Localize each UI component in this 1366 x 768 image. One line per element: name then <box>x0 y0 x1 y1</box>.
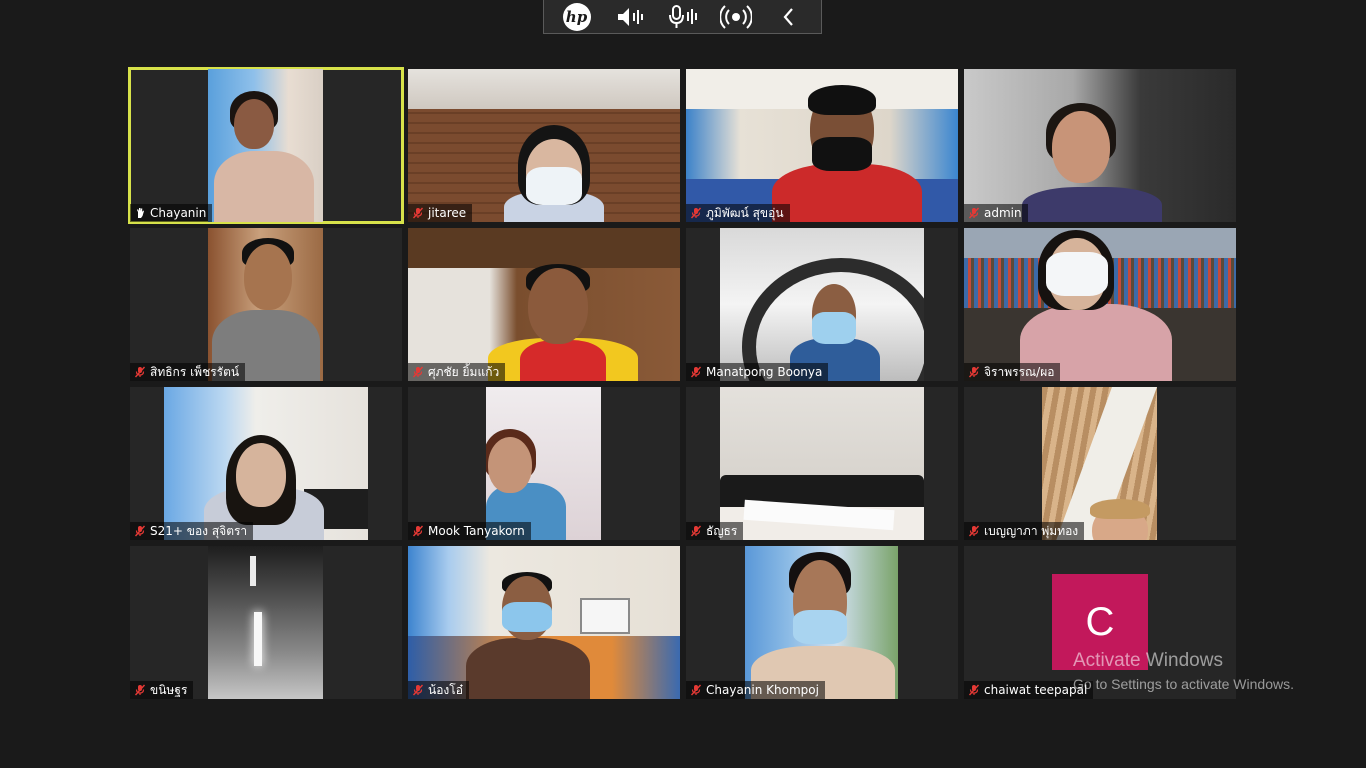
participant-nameplate: S21+ ของ สุจิตรา <box>130 522 254 540</box>
participant-tile[interactable]: ธัญธร <box>686 387 958 540</box>
hp-logo-icon: hp <box>560 2 594 32</box>
participant-name: admin <box>984 206 1022 220</box>
mic-muted-icon <box>412 366 424 378</box>
participant-tile[interactable]: admin <box>964 69 1236 222</box>
watermark-subtitle: Go to Settings to activate Windows. <box>1073 676 1294 692</box>
speaker-icon[interactable] <box>613 2 647 32</box>
video-feed <box>408 228 680 381</box>
participant-name: สิทธิกร เพ็ชรรัตน์ <box>150 364 240 379</box>
participant-tile[interactable]: ศุภชัย ยิ้มแก้ว <box>408 228 680 381</box>
broadcast-icon[interactable] <box>719 2 753 32</box>
participant-nameplate: Chayanin Khompoj <box>686 681 825 699</box>
participant-name: Manatpong Boonya <box>706 365 823 379</box>
participant-nameplate: ธัญธร <box>686 522 744 540</box>
participant-name: Chayanin Khompoj <box>706 683 819 697</box>
participant-tile[interactable]: ขนิษฐร <box>130 546 402 699</box>
participant-name: ศุภชัย ยิ้มแก้ว <box>428 364 500 379</box>
participant-nameplate: Chayanin <box>130 204 213 222</box>
participant-name: ภูมิพัฒน์ สุขอุ่น <box>706 205 784 220</box>
participant-tile[interactable]: jitaree <box>408 69 680 222</box>
participant-tile[interactable]: Manatpong Boonya <box>686 228 958 381</box>
participant-nameplate: เบญญาภา พุ่มทอง <box>964 522 1085 540</box>
raised-hand-icon <box>137 208 144 218</box>
video-feed <box>745 546 898 699</box>
participant-tile[interactable]: Chayanin Khompoj <box>686 546 958 699</box>
participant-nameplate: ภูมิพัฒน์ สุขอุ่น <box>686 204 790 222</box>
mic-muted-icon <box>968 207 980 219</box>
video-feed <box>964 69 1236 222</box>
video-feed <box>164 387 368 540</box>
participant-nameplate: Manatpong Boonya <box>686 363 829 381</box>
video-feed <box>486 387 601 540</box>
participant-tile[interactable]: Chayanin <box>128 67 404 224</box>
mic-muted-icon <box>690 207 702 219</box>
participant-nameplate: น้องโอ๋ <box>408 681 469 699</box>
mic-muted-icon <box>134 525 146 537</box>
watermark-title: Activate Windows <box>1073 650 1223 671</box>
video-feed <box>208 69 323 222</box>
participant-nameplate: Mook Tanyakorn <box>408 522 531 540</box>
participant-name: จิราพรรณ/ผอ <box>984 364 1055 379</box>
video-feed <box>408 546 680 699</box>
participant-nameplate: ขนิษฐร <box>130 681 194 699</box>
participant-name: น้องโอ๋ <box>428 682 463 697</box>
participant-tile[interactable]: น้องโอ๋ <box>408 546 680 699</box>
participant-nameplate: admin <box>964 204 1028 222</box>
participant-tile[interactable]: จิราพรรณ/ผอ <box>964 228 1236 381</box>
participant-nameplate: จิราพรรณ/ผอ <box>964 363 1061 381</box>
chevron-left-icon[interactable] <box>772 2 806 32</box>
mic-muted-icon <box>412 525 424 537</box>
participant-nameplate: jitaree <box>408 204 473 222</box>
mic-muted-icon <box>968 366 980 378</box>
mic-muted-icon <box>134 684 146 696</box>
participant-tile[interactable]: ภูมิพัฒน์ สุขอุ่น <box>686 69 958 222</box>
participant-name: jitaree <box>428 206 467 220</box>
participant-name: Mook Tanyakorn <box>428 524 525 538</box>
participant-name: Chayanin <box>150 206 207 220</box>
video-feed <box>208 228 323 381</box>
mic-muted-icon <box>690 684 702 696</box>
video-feed <box>964 228 1236 381</box>
video-feed <box>720 387 924 540</box>
participant-name: S21+ ของ สุจิตรา <box>150 523 248 538</box>
video-feed <box>686 69 958 222</box>
participant-tile[interactable]: สิทธิกร เพ็ชรรัตน์ <box>130 228 402 381</box>
participant-tile[interactable]: Mook Tanyakorn <box>408 387 680 540</box>
participant-name: ขนิษฐร <box>150 682 188 697</box>
participant-tile[interactable]: เบญญาภา พุ่มทอง <box>964 387 1236 540</box>
mic-muted-icon <box>968 684 980 696</box>
windows-activation-watermark: Activate Windows Go to Settings to activ… <box>1073 650 1294 692</box>
video-feed <box>1042 387 1157 540</box>
mic-muted-icon <box>690 366 702 378</box>
participant-name: chaiwat teepapal <box>984 683 1088 697</box>
mic-muted-icon <box>412 684 424 696</box>
video-feed <box>720 228 924 381</box>
avatar-letter: C <box>1085 599 1115 644</box>
mic-muted-icon <box>968 525 980 537</box>
participant-tile[interactable]: S21+ ของ สุจิตรา <box>130 387 402 540</box>
participant-name: เบญญาภา พุ่มทอง <box>984 523 1079 538</box>
microphone-icon[interactable] <box>666 2 700 32</box>
mic-muted-icon <box>690 525 702 537</box>
meeting-toolbar: hp <box>543 0 822 34</box>
mic-muted-icon <box>134 366 146 378</box>
participant-nameplate: สิทธิกร เพ็ชรรัตน์ <box>130 363 246 381</box>
participant-name: ธัญธร <box>706 523 738 538</box>
video-feed <box>208 546 323 699</box>
participant-nameplate: ศุภชัย ยิ้มแก้ว <box>408 363 506 381</box>
video-feed <box>408 69 680 222</box>
mic-muted-icon <box>412 207 424 219</box>
